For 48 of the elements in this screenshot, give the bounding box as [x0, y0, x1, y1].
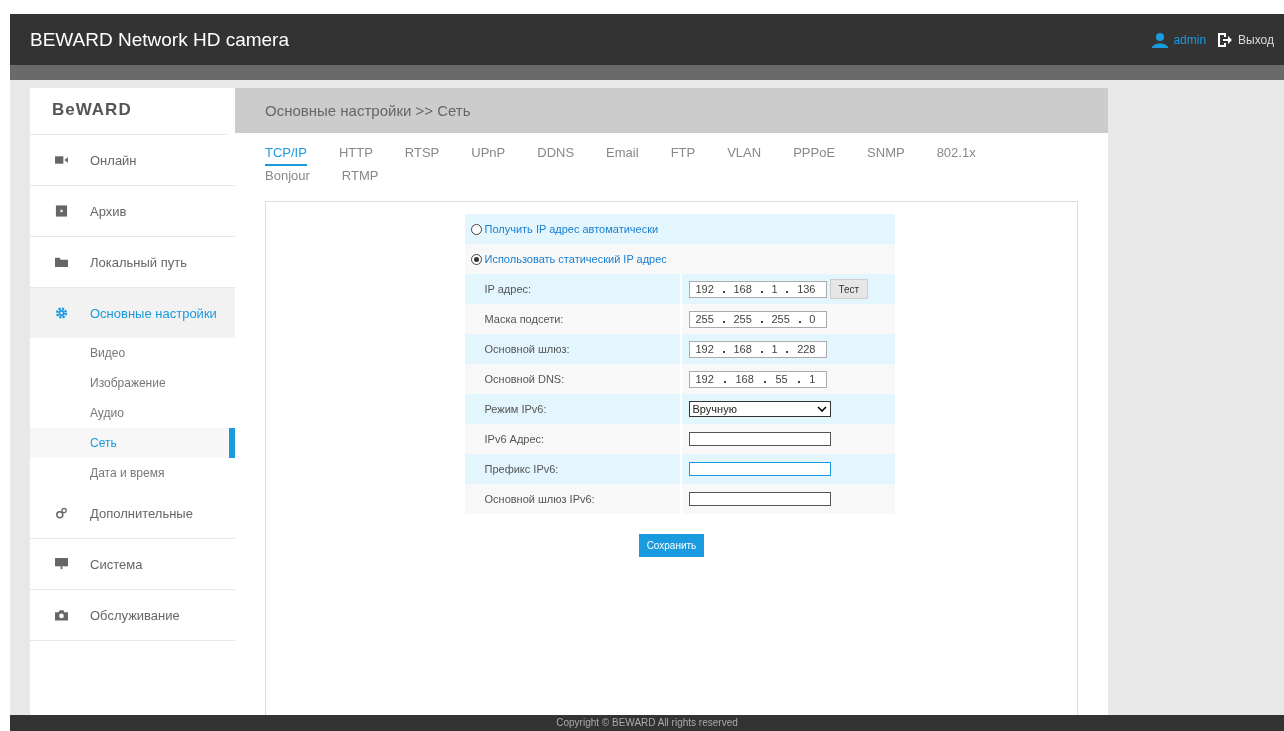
tab[interactable]: VLAN [727, 145, 762, 166]
tab[interactable]: HTTP [338, 145, 373, 166]
tab[interactable]: FTP [670, 145, 696, 166]
chevron-down-icon [816, 406, 827, 412]
folder-icon [55, 256, 68, 268]
tab[interactable]: DDNS [537, 145, 575, 166]
logout-link[interactable]: Выход [1238, 32, 1274, 47]
monitor-icon [55, 558, 68, 570]
tab[interactable]: TCP/IP [265, 145, 307, 166]
sidebar-subitem[interactable]: Изображение [30, 368, 235, 398]
ip-address-field[interactable]: 192 168 55 1 [688, 370, 827, 388]
tab[interactable]: RTSP [404, 145, 440, 166]
gears-icon [55, 507, 68, 519]
input-field[interactable] [688, 432, 831, 446]
logo: BeWARD [30, 88, 227, 135]
input-field[interactable] [688, 462, 831, 476]
breadcrumb: Основные настройки >> Сеть [235, 88, 1108, 133]
user-icon [1152, 31, 1169, 48]
test-button[interactable]: Тест [829, 279, 869, 299]
radio-button[interactable] [470, 223, 482, 235]
user-link[interactable]: admin [1173, 32, 1207, 47]
tab[interactable]: 802.1x [936, 145, 976, 166]
dropdown[interactable]: Вручную [688, 401, 831, 417]
sidebar-subitem[interactable]: Сеть [30, 428, 235, 458]
video-camera-icon [55, 154, 68, 166]
app-title: BEWARD Network HD camera [30, 28, 289, 51]
logout-icon [1217, 31, 1234, 48]
tab[interactable]: Email [606, 145, 639, 166]
save-button[interactable]: Сохранить [638, 534, 705, 557]
tab[interactable]: UPnP [471, 145, 506, 166]
tab[interactable]: Bonjour [265, 168, 310, 187]
radio-button[interactable] [470, 253, 482, 265]
copyright-text: Copyright © BEWARD All rights reserved [556, 717, 738, 728]
sidebar-subitem[interactable]: Дата и время [30, 458, 235, 488]
ip-address-field[interactable]: 192 168 1 228 [688, 340, 827, 358]
ip-address-field[interactable]: 192 168 1 136 [688, 280, 827, 298]
ip-address-field[interactable]: 255 255 255 0 [688, 310, 827, 328]
field-label: Основной шлюз IPv6: [464, 484, 682, 514]
sidebar-subitem[interactable]: Аудио [30, 398, 235, 428]
tab[interactable]: PPPoE [793, 145, 836, 166]
sidebar-subitem[interactable]: Видео [30, 338, 235, 368]
sidebar-item[interactable]: Основные настройки [30, 288, 235, 338]
input-field[interactable] [688, 492, 831, 506]
gear-icon [55, 307, 68, 319]
camera-icon [55, 609, 68, 621]
tab[interactable]: SNMP [867, 145, 905, 166]
tab[interactable]: RTMP [341, 168, 379, 187]
play-icon [55, 205, 68, 217]
